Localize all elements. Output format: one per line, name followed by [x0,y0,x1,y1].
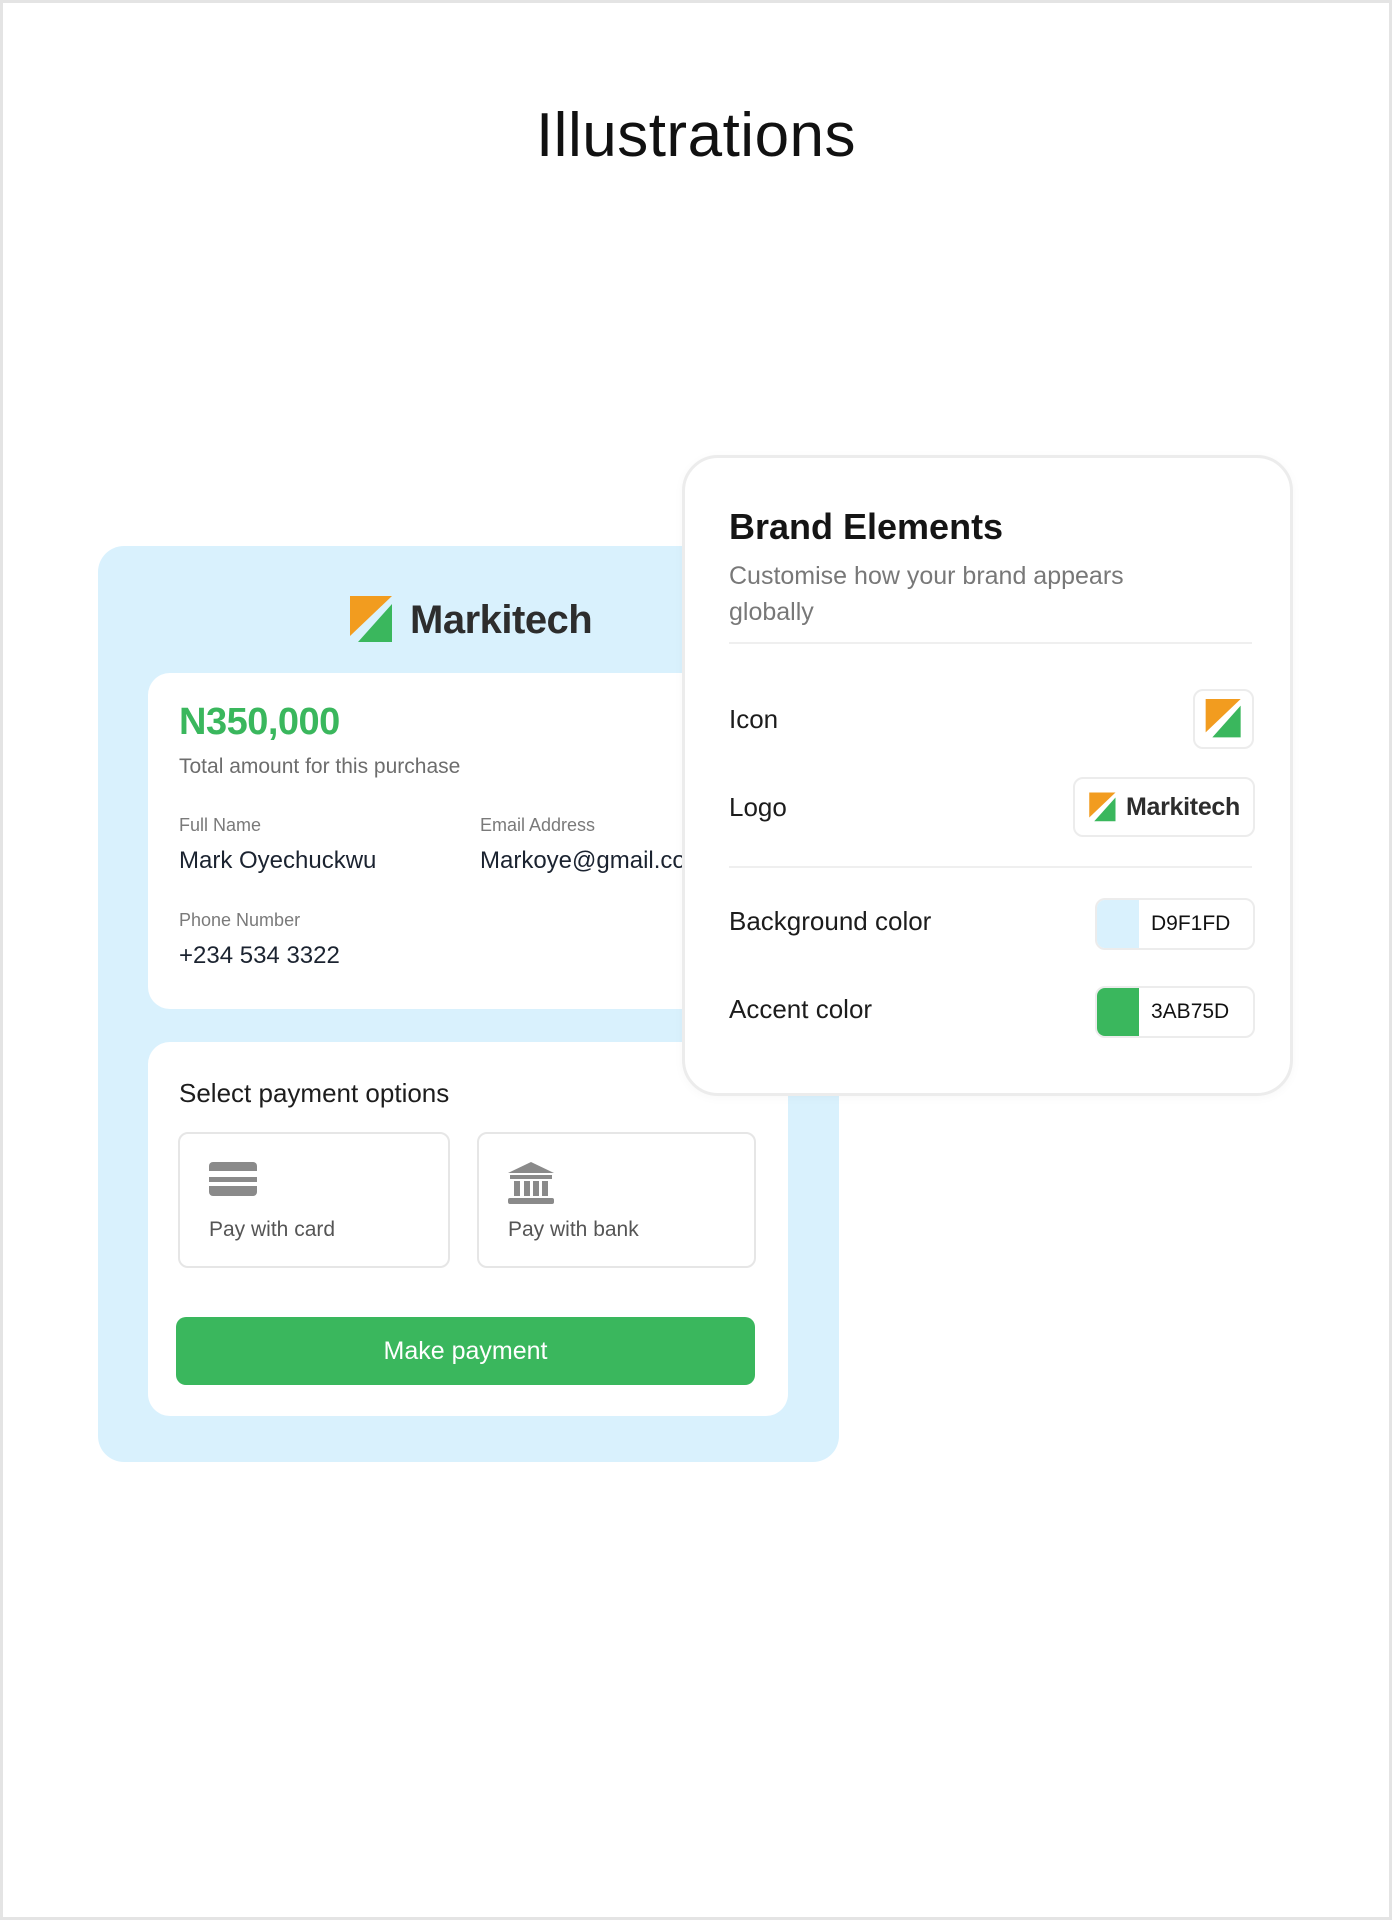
background-color-swatch [1097,900,1139,948]
full-name-label: Full Name [179,815,262,835]
phone-label: Phone Number [179,910,301,930]
markitech-logo-icon [350,596,392,642]
logo-row-label: Logo [729,792,787,822]
full-name-value: Mark Oyechuckwu [179,847,377,874]
brand-elements-subtitle: Customise how your brand appears globall… [729,562,1124,626]
accent-color-label: Accent color [729,994,873,1024]
credit-card-icon [209,1162,257,1196]
pay-with-bank-option[interactable]: Pay with bank [477,1132,756,1268]
background-color-input[interactable]: D9F1FD [1095,898,1255,950]
phone-value: +234 534 3322 [179,942,340,969]
background-color-label: Background color [729,906,932,936]
payment-options-card: Select payment options Pay with card Pay… [148,1042,788,1416]
accent-color-swatch [1097,988,1139,1036]
accent-color-hex: 3AB75D [1151,1000,1230,1023]
make-payment-button[interactable]: Make payment [176,1317,755,1385]
logo-text: Markitech [1125,792,1240,821]
email-value: Markoye@gmail.com [480,847,706,874]
icon-row-label: Icon [729,704,779,734]
total-amount: N350,000 [179,701,340,743]
email-label: Email Address [480,815,596,835]
page-title: Illustrations [535,101,857,170]
markitech-logo-icon [1089,792,1116,821]
background-color-hex: D9F1FD [1151,912,1231,935]
brand-name: Markitech [410,597,593,642]
checkout-brand-header: Markitech [348,590,593,650]
brand-elements-card: Brand Elements Customise how your brand … [682,455,1293,1096]
pay-with-bank-label: Pay with bank [508,1218,639,1241]
bank-icon [508,1162,554,1204]
divider [729,866,1252,868]
divider [729,642,1252,644]
markitech-logo-icon [1205,699,1241,738]
pay-with-card-option[interactable]: Pay with card [178,1132,450,1268]
brand-elements-title: Brand Elements [729,506,1004,547]
brand-logo-upload[interactable]: Markitech [1073,777,1255,837]
payment-options-title: Select payment options [179,1078,450,1108]
accent-color-input[interactable]: 3AB75D [1095,986,1255,1038]
brand-icon-upload[interactable] [1193,689,1254,749]
pay-with-card-label: Pay with card [209,1218,336,1241]
total-amount-caption: Total amount for this purchase [179,755,461,778]
